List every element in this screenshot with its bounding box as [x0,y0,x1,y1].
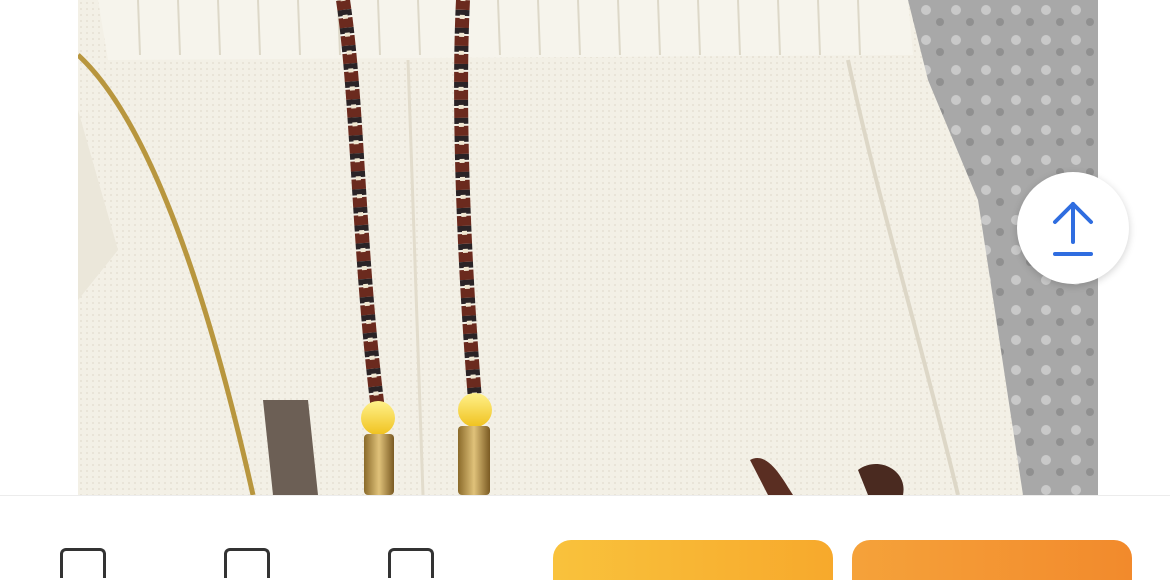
add-to-cart-button[interactable] [553,540,833,580]
buy-now-button[interactable] [852,540,1132,580]
bottom-action-bar [0,495,1170,580]
back-to-top-button[interactable] [1017,172,1129,284]
product-image[interactable] [78,0,1098,495]
upload-arrow-icon [1053,202,1093,256]
product-gallery[interactable] [0,0,1170,495]
shorts-photo [78,0,1098,495]
